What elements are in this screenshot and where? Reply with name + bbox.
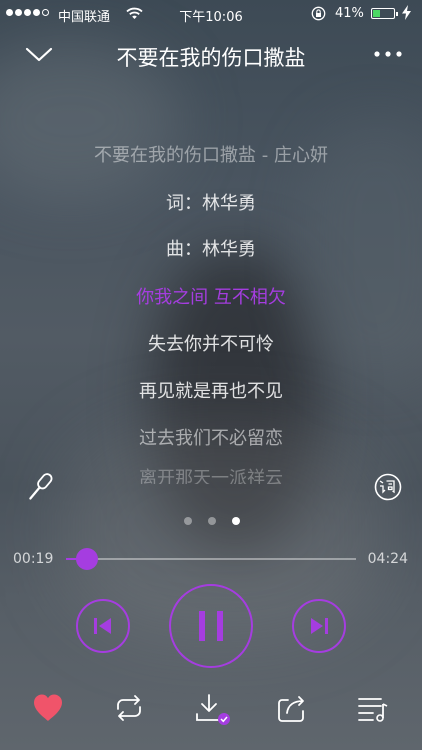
- player-header: 不要在我的伤口撒盐: [0, 30, 422, 80]
- status-bar: 中国联通 下午10:06 41%: [0, 0, 422, 28]
- progress-thumb[interactable]: [75, 548, 98, 570]
- download-icon: [196, 694, 230, 725]
- lyric-line: 离开那天一派祥云: [139, 468, 283, 484]
- share-icon: [278, 696, 304, 722]
- page-dot-active: [232, 517, 240, 525]
- playlist-icon: [358, 698, 388, 722]
- total-duration: 04:24: [367, 551, 408, 567]
- playback-progress: 00:19 04:24: [0, 545, 422, 573]
- repeat-button[interactable]: [112, 692, 146, 724]
- lyric-line: 再见就是再也不见: [139, 381, 283, 402]
- pause-icon: [199, 611, 223, 641]
- elapsed-time: 00:19: [13, 551, 54, 567]
- charging-icon: [402, 5, 411, 20]
- previous-button[interactable]: [76, 599, 130, 653]
- repeat-icon: [117, 695, 141, 721]
- lyric-line-current: 你我之间 互不相欠: [136, 287, 286, 308]
- lyric-line: 过去我们不必留恋: [139, 428, 283, 449]
- rotation-lock-icon: [311, 6, 326, 21]
- song-title: 不要在我的伤口撒盐: [116, 46, 306, 70]
- page-indicator: [184, 517, 240, 525]
- heart-icon: [34, 694, 62, 721]
- lyric-line: 词：林华勇: [166, 193, 256, 214]
- share-button[interactable]: [276, 692, 310, 724]
- download-button[interactable]: [194, 692, 230, 725]
- battery-icon: [371, 8, 398, 19]
- like-button[interactable]: [31, 692, 65, 724]
- lyric-line: 曲：林华勇: [166, 239, 256, 260]
- playlist-button[interactable]: [357, 692, 391, 724]
- microphone-icon[interactable]: [23, 470, 57, 504]
- pause-button[interactable]: [169, 584, 253, 668]
- lyric-line: 失去你并不可怜: [148, 334, 274, 355]
- skip-next-icon: [311, 618, 328, 634]
- progress-track[interactable]: [66, 548, 356, 570]
- next-button[interactable]: [292, 599, 346, 653]
- page-dot: [208, 517, 216, 525]
- skip-previous-icon: [94, 618, 111, 634]
- page-dot: [184, 517, 192, 525]
- battery-percent: 41%: [335, 6, 364, 21]
- lyrics-panel[interactable]: 不要在我的伤口撒盐 - 庄心妍 词：林华勇 曲：林华勇 你我之间 互不相欠 失去…: [0, 138, 422, 498]
- chevron-down-icon[interactable]: [24, 42, 54, 66]
- lyric-line: 不要在我的伤口撒盐 - 庄心妍: [94, 145, 328, 166]
- lyrics-icon[interactable]: [373, 472, 403, 502]
- more-icon[interactable]: [372, 46, 404, 62]
